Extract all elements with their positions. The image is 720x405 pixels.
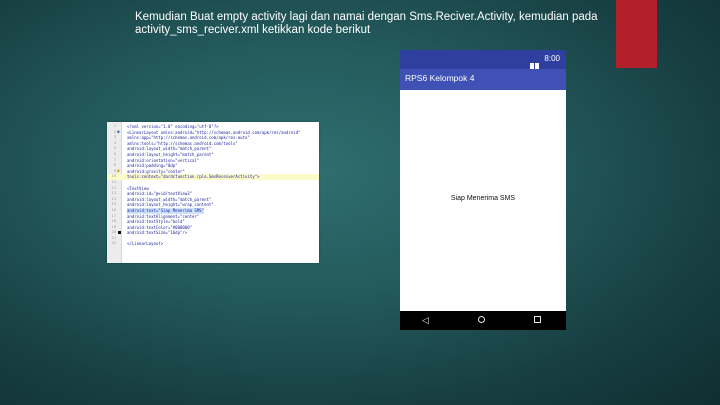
color-swatch-icon <box>118 231 121 235</box>
slide-instruction-text: Kemudian Buat empty activity lagi dan na… <box>135 11 598 36</box>
code-line: 22 </LinearLayout> <box>107 241 319 247</box>
lightbulb-icon: ● <box>117 168 120 174</box>
status-bar: 8:00 <box>400 50 566 69</box>
line-number: 22 <box>111 241 116 246</box>
code-text: </LinearLayout> <box>127 241 164 247</box>
status-time: 8:00 <box>544 54 560 63</box>
phone-screenshot: 8:00 RPS6 Kelompok 4 Siap Menerima SMS ◁ <box>400 50 566 330</box>
code-lines: 1 <?xml version="1.0" encoding="utf-8"?> 2… <box>107 124 319 247</box>
nav-bar: ◁ <box>400 311 566 330</box>
app-bar: RPS6 Kelompok 4 <box>400 69 566 90</box>
recent-apps-icon[interactable] <box>534 316 541 323</box>
signal-battery-icon <box>530 56 544 69</box>
red-accent-block <box>616 0 657 68</box>
back-icon[interactable]: ◁ <box>422 315 429 325</box>
home-icon[interactable] <box>478 316 485 323</box>
fold-marker-icon: ● <box>117 129 120 135</box>
app-title: RPS6 Kelompok 4 <box>405 73 475 83</box>
content-text: Siap Menerima SMS <box>450 195 516 202</box>
code-screenshot: 1 <?xml version="1.0" encoding="utf-8"?> 2… <box>107 122 319 263</box>
